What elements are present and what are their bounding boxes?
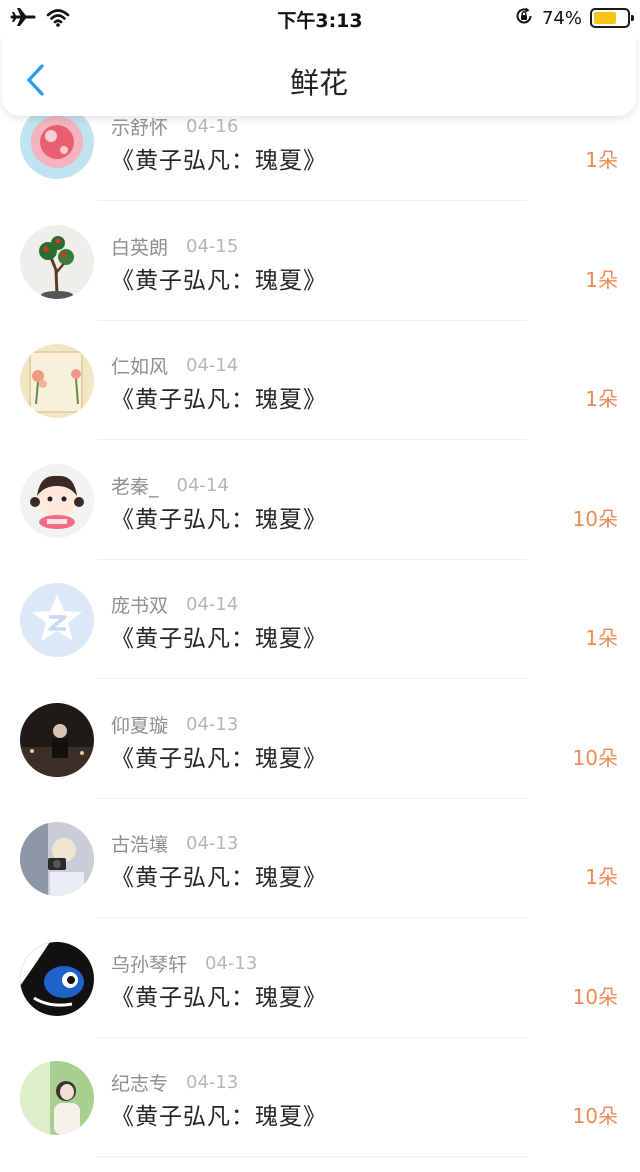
battery-percent: 74% xyxy=(541,7,582,29)
default-z-avatar[interactable] xyxy=(20,583,94,657)
gift-row[interactable]: 纪志专 04-13 《黄子弘凡：瑰夏》 10朵 xyxy=(0,1053,640,1172)
sender-name[interactable]: 老秦_ xyxy=(111,472,159,499)
battery-icon xyxy=(590,8,634,28)
blue-fish-avatar-image xyxy=(20,942,94,1016)
row-divider xyxy=(97,1156,527,1157)
gift-quantity: 1朵 xyxy=(585,148,618,172)
gift-item-title: 《黄子弘凡：瑰夏》 xyxy=(111,1104,327,1130)
sender-name[interactable]: 白英朗 xyxy=(111,233,168,260)
cartoon-girl-avatar-image xyxy=(20,464,94,538)
row-divider xyxy=(97,200,527,201)
gift-date: 04-13 xyxy=(205,952,258,974)
row-meta: 示舒怀 04-16 xyxy=(111,113,238,139)
row-divider xyxy=(97,1037,527,1038)
gift-quantity: 10朵 xyxy=(572,985,618,1009)
dark-room-avatar-image xyxy=(20,703,94,777)
gift-row[interactable]: 仁如风 04-14 《黄子弘凡：瑰夏》 1朵 xyxy=(0,336,640,455)
row-divider xyxy=(97,798,527,799)
gift-quantity: 10朵 xyxy=(572,746,618,770)
cartoon-girl-avatar[interactable] xyxy=(20,464,94,538)
status-bar: 下午3:13 74% xyxy=(0,0,640,36)
gift-row[interactable]: 古浩壤 04-13 《黄子弘凡：瑰夏》 1朵 xyxy=(0,814,640,933)
gift-item-title: 《黄子弘凡：瑰夏》 xyxy=(111,507,327,533)
row-meta: 古浩壤 04-13 xyxy=(111,830,238,856)
gift-item-title: 《黄子弘凡：瑰夏》 xyxy=(111,626,327,652)
flowers-wall-avatar-image xyxy=(20,344,94,418)
row-divider xyxy=(97,439,527,440)
gift-row[interactable]: 乌孙琴轩 04-13 《黄子弘凡：瑰夏》 10朵 xyxy=(0,934,640,1053)
sender-name[interactable]: 乌孙琴轩 xyxy=(111,950,187,977)
row-divider xyxy=(97,559,527,560)
green-window-avatar[interactable] xyxy=(20,1061,94,1135)
gift-date: 04-13 xyxy=(186,713,239,735)
row-meta: 仁如风 04-14 xyxy=(111,352,238,378)
gift-item-title: 《黄子弘凡：瑰夏》 xyxy=(111,387,327,413)
gift-date: 04-16 xyxy=(186,115,239,137)
bonsai-tree-avatar-image xyxy=(20,225,94,299)
row-meta: 乌孙琴轩 04-13 xyxy=(111,950,257,976)
gift-quantity: 10朵 xyxy=(572,507,618,531)
flowers-wall-avatar[interactable] xyxy=(20,344,94,418)
row-meta: 白英朗 04-15 xyxy=(111,233,238,259)
gift-item-title: 《黄子弘凡：瑰夏》 xyxy=(111,865,327,891)
sender-name[interactable]: 仰夏璇 xyxy=(111,711,168,738)
sender-name[interactable]: 示舒怀 xyxy=(111,113,168,140)
row-meta: 纪志专 04-13 xyxy=(111,1069,238,1095)
bonsai-tree-avatar[interactable] xyxy=(20,225,94,299)
battery-fill xyxy=(594,12,616,24)
sender-name[interactable]: 纪志专 xyxy=(111,1069,168,1096)
gift-row[interactable]: 庞书双 04-14 《黄子弘凡：瑰夏》 1朵 xyxy=(0,575,640,694)
rotation-lock-icon xyxy=(514,6,534,30)
gift-row[interactable]: 仰夏璇 04-13 《黄子弘凡：瑰夏》 10朵 xyxy=(0,695,640,814)
gift-date: 04-13 xyxy=(186,1071,239,1093)
gift-item-title: 《黄子弘凡：瑰夏》 xyxy=(111,985,327,1011)
gift-date: 04-13 xyxy=(186,832,239,854)
dark-room-avatar[interactable] xyxy=(20,703,94,777)
pink-gem-avatar[interactable] xyxy=(20,105,94,179)
gift-date: 04-14 xyxy=(176,474,229,496)
gift-quantity: 10朵 xyxy=(572,1104,618,1128)
blue-fish-avatar[interactable] xyxy=(20,942,94,1016)
page-title: 鲜花 xyxy=(289,66,348,100)
sender-name[interactable]: 庞书双 xyxy=(111,591,168,618)
row-meta: 仰夏璇 04-13 xyxy=(111,711,238,737)
row-meta: 庞书双 04-14 xyxy=(111,591,238,617)
gift-date: 04-14 xyxy=(186,593,239,615)
gift-date: 04-15 xyxy=(186,235,239,257)
row-divider xyxy=(97,678,527,679)
gift-quantity: 1朵 xyxy=(585,865,618,889)
row-meta: 老秦_ 04-14 xyxy=(111,472,229,498)
gift-date: 04-14 xyxy=(186,354,239,376)
row-divider xyxy=(97,917,527,918)
sender-name[interactable]: 仁如风 xyxy=(111,352,168,379)
sender-name[interactable]: 古浩壤 xyxy=(111,830,168,857)
camera-person-avatar[interactable] xyxy=(20,822,94,896)
gift-row[interactable]: 白英朗 04-15 《黄子弘凡：瑰夏》 1朵 xyxy=(0,217,640,336)
gift-item-title: 《黄子弘凡：瑰夏》 xyxy=(111,148,327,174)
gift-item-title: 《黄子弘凡：瑰夏》 xyxy=(111,268,327,294)
nav-header: 鲜花 xyxy=(2,36,636,116)
green-window-avatar-image xyxy=(20,1061,94,1135)
battery-cap xyxy=(631,15,634,21)
gift-item-title: 《黄子弘凡：瑰夏》 xyxy=(111,746,327,772)
gift-quantity: 1朵 xyxy=(585,387,618,411)
gift-row[interactable]: 老秦_ 04-14 《黄子弘凡：瑰夏》 10朵 xyxy=(0,456,640,575)
gift-quantity: 1朵 xyxy=(585,268,618,292)
default-z-avatar-image xyxy=(20,583,94,657)
camera-person-avatar-image xyxy=(20,822,94,896)
row-divider xyxy=(97,320,527,321)
pink-gem-avatar-image xyxy=(20,105,94,179)
gift-quantity: 1朵 xyxy=(585,626,618,650)
